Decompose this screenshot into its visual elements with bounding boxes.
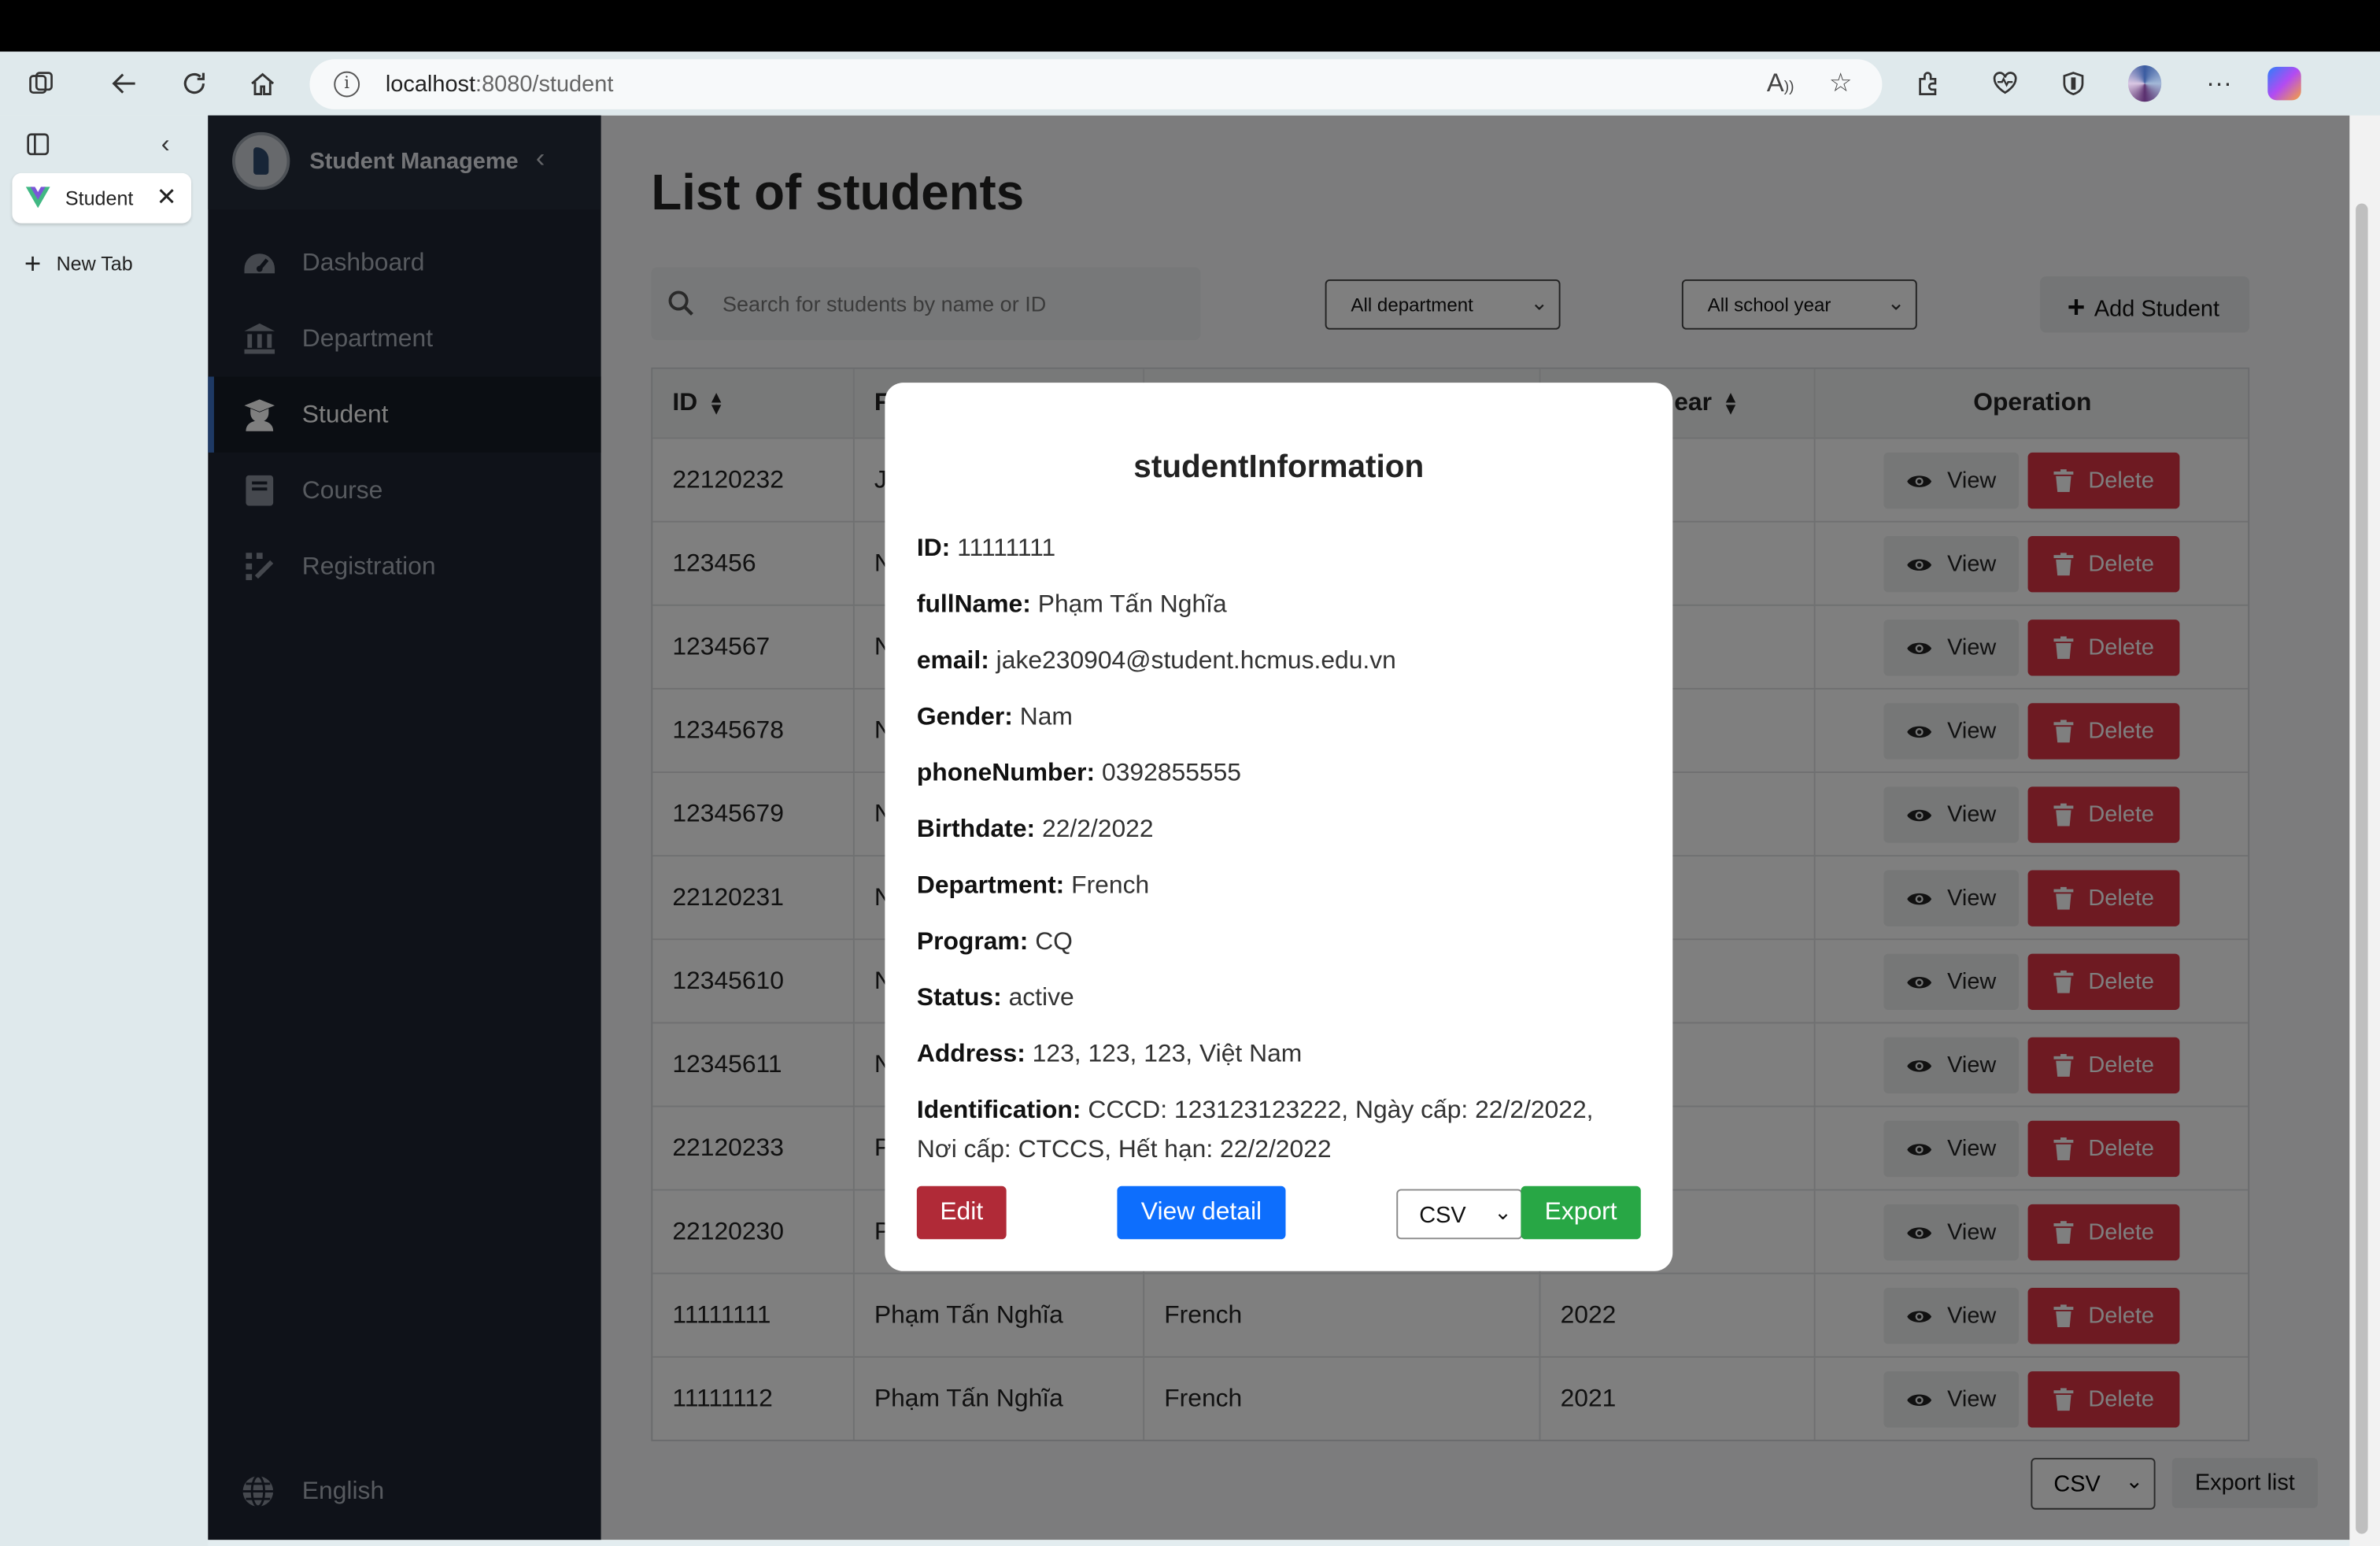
site-info-icon[interactable]: i (334, 71, 360, 98)
student-info-modal: studentInformation ID: 11111111 fullName:… (885, 383, 1673, 1271)
page-scrollbar[interactable] (2349, 115, 2380, 1546)
tab-student-management[interactable]: Student M ✕ (12, 172, 191, 224)
field-identification: Identification: CCCD: 123123123222, Ngày… (916, 1096, 1594, 1163)
scrollbar-thumb[interactable] (2356, 203, 2368, 1534)
back-icon[interactable] (108, 67, 141, 100)
address-bar[interactable]: i localhost:8080/student A)) ☆ (309, 59, 1883, 109)
tab-label: Student M (65, 187, 139, 210)
field-department: Department: French (916, 871, 1150, 900)
field-fullname: fullName: Phạm Tấn Nghĩa (916, 590, 1227, 619)
chevron-down-icon: ⌄ (1494, 1200, 1512, 1224)
more-menu-icon[interactable]: ··· (2202, 67, 2235, 100)
extensions-icon[interactable] (1911, 67, 1944, 100)
shield-icon[interactable] (2057, 67, 2090, 100)
window-top-bar (0, 0, 2380, 52)
field-id: ID: 11111111 (916, 534, 1056, 562)
export-button[interactable]: Export (1521, 1185, 1641, 1240)
url-text: localhost:8080/student (385, 71, 614, 98)
modal-title: studentInformation (1133, 449, 1425, 485)
field-gender: Gender: Nam (916, 703, 1073, 730)
field-phonenumber: phoneNumber: 0392855555 (916, 759, 1241, 787)
vertical-tab-strip: ‹ Student M ✕ +New Tab (0, 115, 209, 1546)
collapse-tabs-icon[interactable]: ‹ (149, 128, 182, 161)
home-icon[interactable] (246, 67, 279, 100)
refresh-icon[interactable] (178, 67, 211, 100)
plus-icon: + (24, 249, 42, 281)
workspaces-icon[interactable] (24, 67, 57, 100)
favorite-star-icon[interactable]: ☆ (1829, 68, 1852, 99)
tab-panel-icon[interactable] (21, 128, 54, 161)
app-viewport: Student Management ‹ Dashboard Departmen… (208, 115, 2350, 1540)
edit-button[interactable]: Edit (916, 1185, 1007, 1240)
field-email: email: jake230904@student.hcmus.edu.vn (916, 646, 1396, 675)
field-status: Status: active (916, 984, 1074, 1012)
field-program: Program: CQ (916, 927, 1073, 956)
close-tab-icon[interactable]: ✕ (157, 183, 177, 213)
new-tab-button[interactable]: + New Tab (24, 246, 133, 281)
browser-toolbar: i localhost:8080/student A)) ☆ ··· (0, 51, 2380, 116)
field-address: Address: 123, 123, 123, Việt Nam (916, 1040, 1303, 1068)
vue-logo-icon (25, 187, 50, 209)
field-birthdate: Birthdate: 22/2/2022 (916, 816, 1154, 843)
health-icon[interactable] (1988, 67, 2021, 100)
copilot-icon[interactable] (2267, 66, 2301, 101)
modal-format-select[interactable]: CSV ⌄ (1396, 1189, 1523, 1240)
read-aloud-icon[interactable]: A)) (1767, 68, 1794, 99)
profile-avatar-icon[interactable] (2127, 65, 2162, 102)
view-detail-button[interactable]: View detail (1117, 1185, 1286, 1240)
